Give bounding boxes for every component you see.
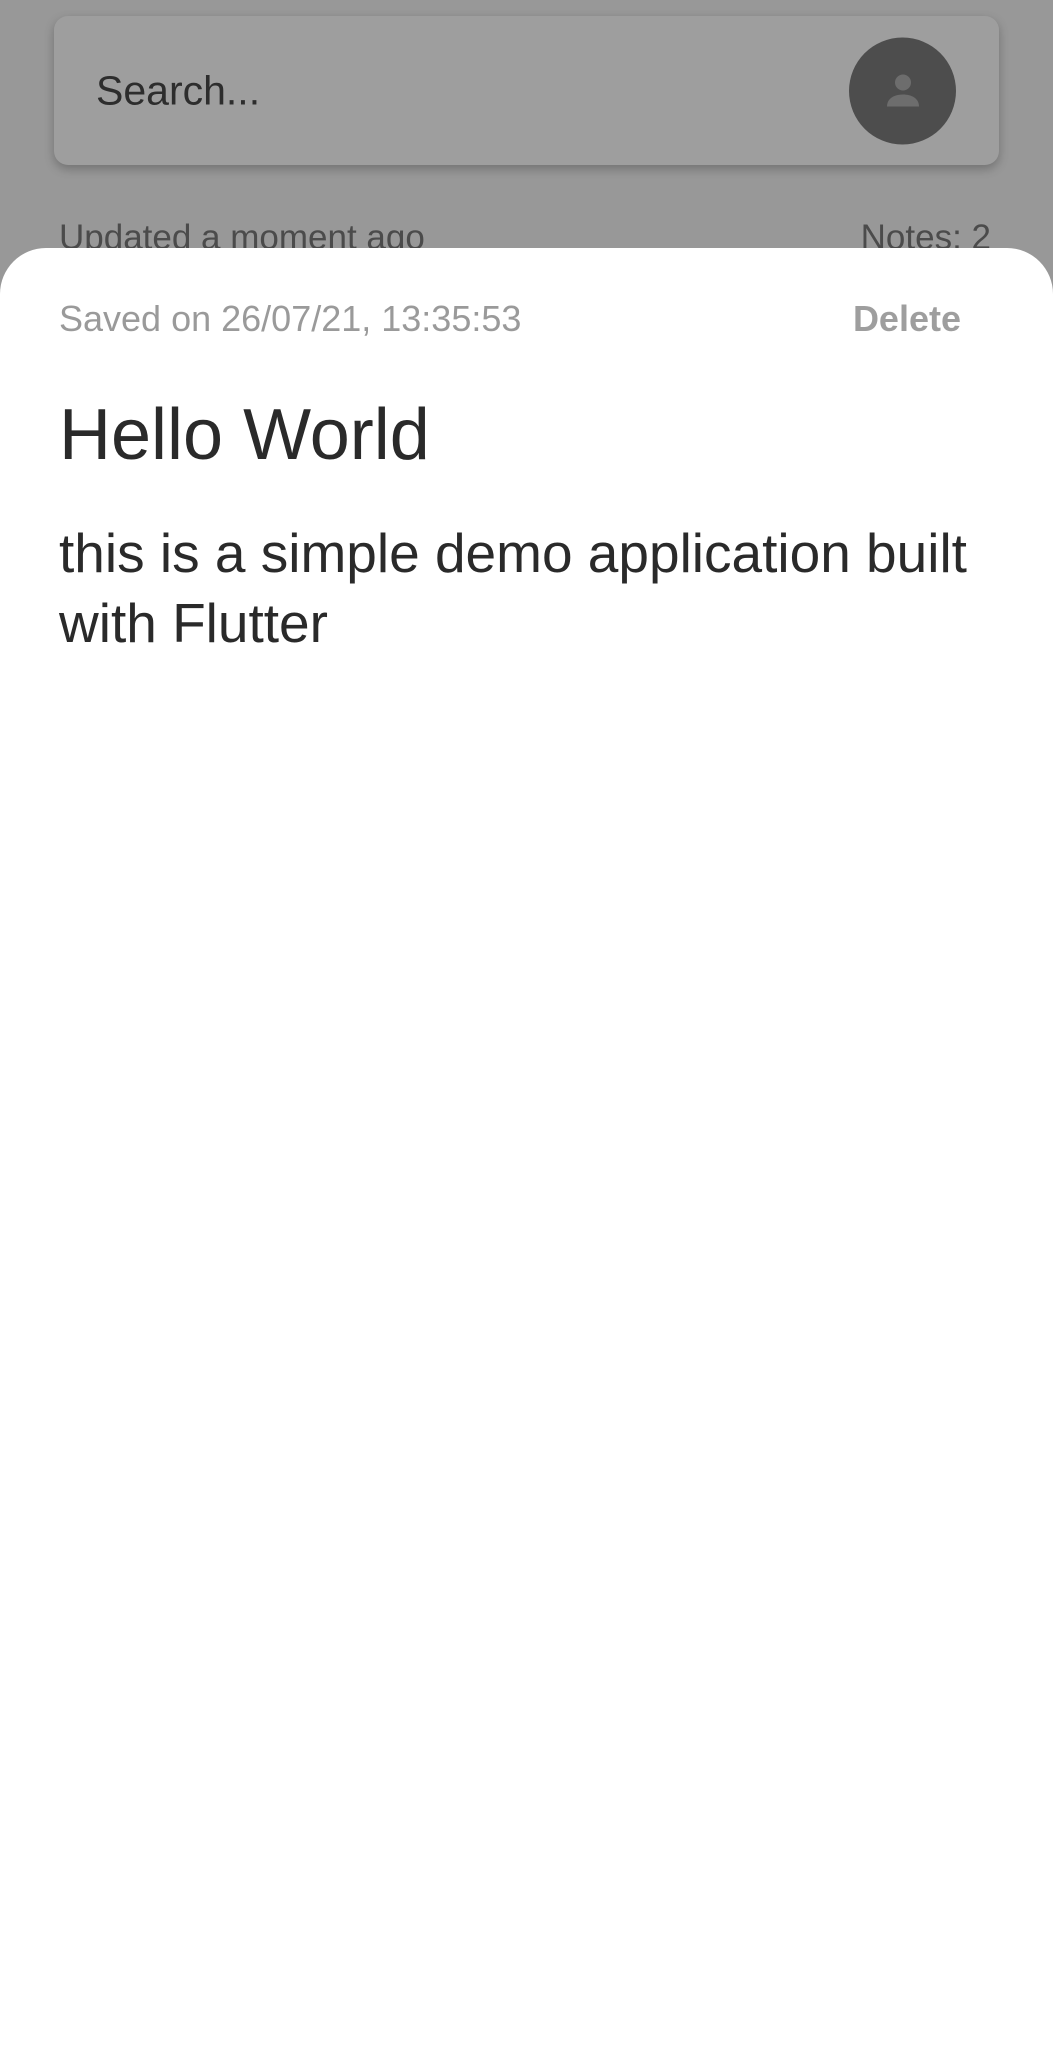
note-title[interactable]: Hello World [59,392,994,478]
note-body[interactable]: this is a simple demo application built … [59,518,993,658]
note-bottom-sheet: Saved on 26/07/21, 13:35:53 Delete Hello… [0,248,1053,2048]
saved-timestamp: Saved on 26/07/21, 13:35:53 [59,298,522,339]
delete-button[interactable]: Delete [853,298,961,340]
sheet-header: Saved on 26/07/21, 13:35:53 Delete [59,298,961,340]
